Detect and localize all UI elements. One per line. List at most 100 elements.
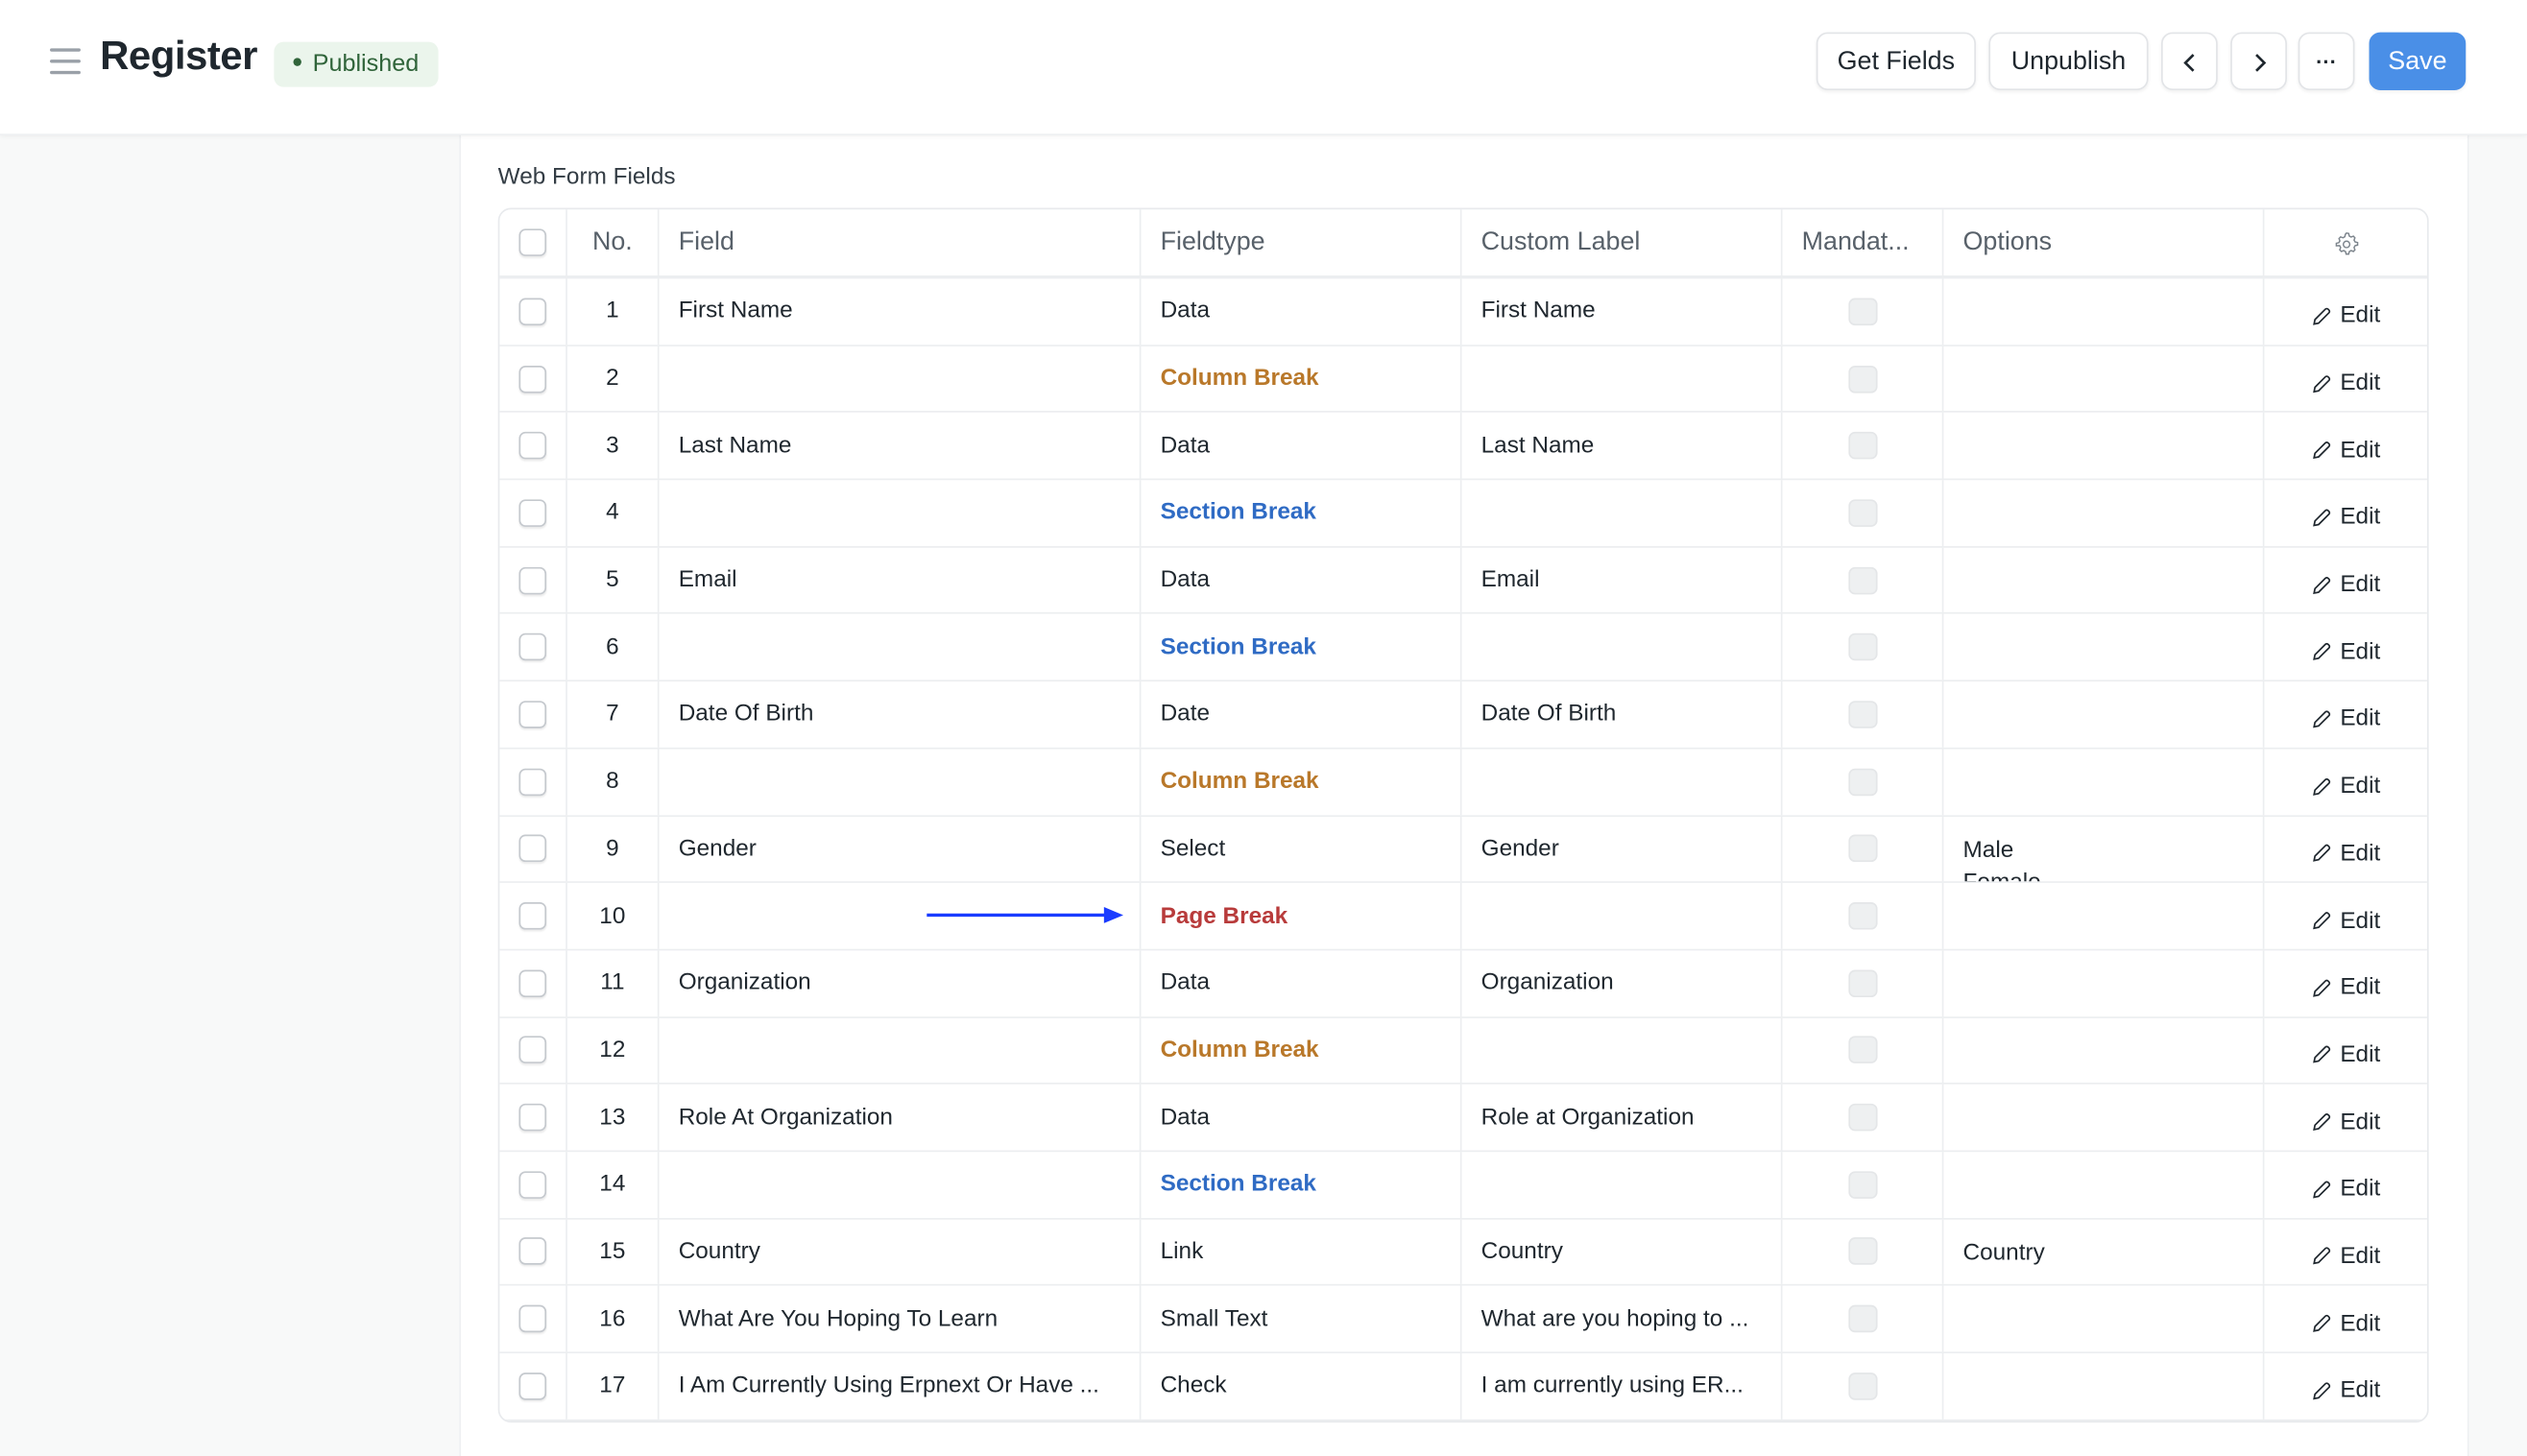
options-cell[interactable]	[1943, 1152, 2265, 1218]
table-row[interactable]: 1 First Name Data First Name Edit	[499, 278, 2427, 346]
table-row[interactable]: 3 Last Name Data Last Name Edit	[499, 413, 2427, 481]
field-name[interactable]: Country	[660, 1219, 1142, 1285]
row-checkbox[interactable]	[518, 768, 547, 796]
custom-label[interactable]: Organization	[1461, 950, 1783, 1016]
edit-row-button[interactable]: Edit	[2311, 706, 2380, 732]
edit-row-button[interactable]: Edit	[2311, 438, 2380, 464]
fieldtype[interactable]: Data	[1141, 950, 1462, 1016]
edit-row-button[interactable]: Edit	[2311, 1177, 2380, 1203]
fieldtype[interactable]: Page Break	[1141, 883, 1462, 949]
mandatory-checkbox[interactable]	[1847, 835, 1877, 863]
table-row[interactable]: 6 Section Break Edit	[499, 614, 2427, 682]
custom-label[interactable]: What are you hoping to ...	[1461, 1286, 1783, 1352]
mandatory-checkbox[interactable]	[1847, 768, 1877, 796]
table-row[interactable]: 14 Section Break Edit	[499, 1152, 2427, 1220]
row-checkbox[interactable]	[518, 633, 547, 661]
unpublish-button[interactable]: Unpublish	[1988, 32, 2149, 91]
more-actions-button[interactable]: ···	[2298, 32, 2355, 91]
edit-row-button[interactable]: Edit	[2311, 1110, 2380, 1135]
table-row[interactable]: 5 Email Data Email Edit	[499, 547, 2427, 615]
row-checkbox[interactable]	[518, 1170, 547, 1199]
custom-label[interactable]: Date Of Birth	[1461, 681, 1783, 748]
table-row[interactable]: 8 Column Break Edit	[499, 749, 2427, 817]
get-fields-button[interactable]: Get Fields	[1816, 32, 1976, 91]
edit-row-button[interactable]: Edit	[2311, 1042, 2380, 1068]
save-button[interactable]: Save	[2369, 32, 2467, 91]
mandatory-checkbox[interactable]	[1847, 566, 1877, 594]
mandatory-checkbox[interactable]	[1847, 902, 1877, 930]
options-cell[interactable]	[1943, 547, 2265, 613]
row-checkbox[interactable]	[518, 566, 547, 594]
field-name[interactable]: Last Name	[660, 413, 1142, 479]
field-name[interactable]: Email	[660, 547, 1142, 613]
table-row[interactable]: 12 Column Break Edit	[499, 1017, 2427, 1086]
custom-label[interactable]: Email	[1461, 547, 1783, 613]
field-name[interactable]	[660, 749, 1142, 815]
field-name[interactable]	[660, 1017, 1142, 1084]
row-checkbox[interactable]	[518, 1037, 547, 1064]
custom-label[interactable]: I am currently using ER...	[1461, 1353, 1783, 1420]
mandatory-checkbox[interactable]	[1847, 1304, 1877, 1333]
fieldtype[interactable]: Link	[1141, 1219, 1462, 1285]
field-name[interactable]: Gender	[660, 816, 1142, 882]
table-row[interactable]: 7 Date Of Birth Date Date Of Birth Edit	[499, 681, 2427, 750]
row-checkbox[interactable]	[518, 365, 547, 393]
mandatory-checkbox[interactable]	[1847, 1372, 1877, 1400]
row-checkbox[interactable]	[518, 1372, 547, 1400]
table-row[interactable]: 16 What Are You Hoping To Learn Small Text…	[499, 1286, 2427, 1354]
options-cell[interactable]: Male Female	[1943, 816, 2265, 882]
row-checkbox[interactable]	[518, 1304, 547, 1333]
mandatory-checkbox[interactable]	[1847, 1237, 1877, 1266]
field-name[interactable]: What Are You Hoping To Learn	[660, 1286, 1142, 1352]
custom-label[interactable]	[1461, 346, 1783, 412]
mandatory-checkbox[interactable]	[1847, 1170, 1877, 1199]
table-row[interactable]: 10 Page Break Edit	[499, 883, 2427, 951]
custom-label[interactable]	[1461, 1017, 1783, 1084]
next-button[interactable]	[2230, 32, 2287, 91]
fieldtype[interactable]: Date	[1141, 681, 1462, 748]
options-cell[interactable]	[1943, 883, 2265, 949]
field-name[interactable]	[660, 480, 1142, 546]
custom-label[interactable]: Role at Organization	[1461, 1085, 1783, 1151]
options-cell[interactable]	[1943, 950, 2265, 1016]
mandatory-checkbox[interactable]	[1847, 365, 1877, 393]
table-row[interactable]: 9GenderSelectGenderMaleFemaleEdit	[499, 816, 2427, 884]
field-name[interactable]: Date Of Birth	[660, 681, 1142, 748]
fieldtype[interactable]: Check	[1141, 1353, 1462, 1420]
options-cell[interactable]	[1943, 614, 2265, 680]
field-name[interactable]: Organization	[660, 950, 1142, 1016]
fieldtype[interactable]: Column Break	[1141, 749, 1462, 815]
hamburger-menu-icon[interactable]	[50, 48, 81, 75]
custom-label[interactable]	[1461, 480, 1783, 546]
mandatory-checkbox[interactable]	[1847, 432, 1877, 460]
mandatory-checkbox[interactable]	[1847, 298, 1877, 325]
options-cell[interactable]	[1943, 1085, 2265, 1151]
options-cell[interactable]	[1943, 749, 2265, 815]
edit-row-button[interactable]: Edit	[2311, 370, 2380, 396]
row-checkbox[interactable]	[518, 1103, 547, 1132]
mandatory-checkbox[interactable]	[1847, 633, 1877, 661]
options-cell[interactable]	[1943, 346, 2265, 412]
row-checkbox[interactable]	[518, 298, 547, 325]
custom-label[interactable]	[1461, 749, 1783, 815]
mandatory-checkbox[interactable]	[1847, 1103, 1877, 1132]
custom-label[interactable]: Gender	[1461, 816, 1783, 882]
field-name[interactable]	[660, 614, 1142, 680]
fieldtype[interactable]: Data	[1141, 278, 1462, 345]
custom-label[interactable]	[1461, 614, 1783, 680]
table-row[interactable]: 15 Country Link Country Country Edit	[499, 1219, 2427, 1287]
table-row[interactable]: 2 Column Break Edit	[499, 346, 2427, 414]
row-checkbox[interactable]	[518, 902, 547, 930]
field-name[interactable]: Role At Organization	[660, 1085, 1142, 1151]
options-cell[interactable]	[1943, 1353, 2265, 1420]
edit-row-button[interactable]: Edit	[2311, 572, 2380, 598]
fieldtype[interactable]: Section Break	[1141, 614, 1462, 680]
custom-label[interactable]	[1461, 1152, 1783, 1218]
fieldtype[interactable]: Section Break	[1141, 1152, 1462, 1218]
fieldtype[interactable]: Select	[1141, 816, 1462, 882]
custom-label[interactable]: First Name	[1461, 278, 1783, 345]
options-cell[interactable]	[1943, 413, 2265, 479]
fieldtype[interactable]: Data	[1141, 413, 1462, 479]
options-cell[interactable]	[1943, 681, 2265, 748]
mandatory-checkbox[interactable]	[1847, 499, 1877, 527]
